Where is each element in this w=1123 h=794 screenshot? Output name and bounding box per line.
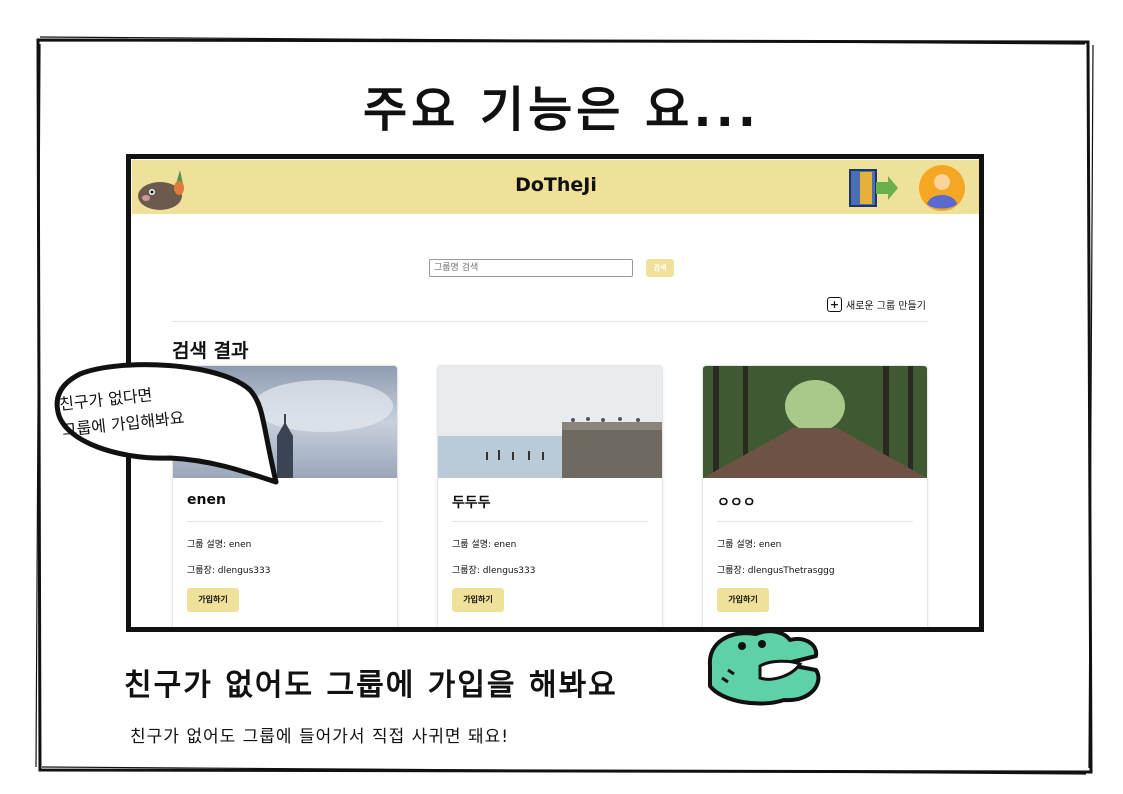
group-description: 그룹 설명: enen (452, 540, 517, 550)
new-group-label: 새로운 그룹 만들기 (846, 301, 926, 312)
group-owner: 그룹장: dlengusThetrasggg (717, 566, 835, 576)
exit-door-icon[interactable] (848, 168, 900, 208)
group-name: enen (187, 492, 226, 508)
divider (172, 321, 928, 322)
join-button[interactable]: 가입하기 (717, 588, 769, 612)
group-description: 그룹 설명: enen (187, 540, 252, 550)
join-button[interactable]: 가입하기 (452, 588, 504, 612)
crocodile-icon (707, 629, 821, 706)
join-button[interactable]: 가입하기 (187, 588, 239, 612)
group-image-forest (703, 366, 927, 478)
avatar-icon[interactable] (918, 164, 966, 212)
bottom-title: 친구가 없어도 그룹에 가입을 해봐요 (124, 668, 618, 703)
group-name: 두두두 (452, 495, 491, 511)
group-name: ㅇㅇㅇ (717, 495, 756, 511)
plus-icon: + (827, 297, 842, 312)
group-card[interactable]: ㅇㅇㅇ 그룹 설명: enen 그룹장: dlengusThetrasggg 가… (702, 365, 928, 628)
results-title: 검색 결과 (172, 340, 249, 362)
card-divider (187, 521, 383, 522)
group-image-sea (438, 366, 662, 478)
group-search-input[interactable] (429, 259, 633, 277)
group-owner: 그룹장: dlengus333 (187, 566, 271, 576)
group-card[interactable]: 두두두 그룹 설명: enen 그룹장: dlengus333 가입하기 (437, 365, 663, 628)
group-description: 그룹 설명: enen (717, 540, 782, 550)
app-header: DoTheJi (132, 160, 980, 214)
group-owner: 그룹장: dlengus333 (452, 566, 536, 576)
bottom-subtitle: 친구가 없어도 그룹에 들어가서 직접 사귀면 돼요! (130, 727, 510, 747)
card-divider (452, 521, 648, 522)
card-divider (717, 521, 913, 522)
search-button[interactable]: 검색 (646, 259, 674, 277)
new-group-button[interactable]: + 새로운 그룹 만들기 (827, 297, 926, 312)
slide-title: 주요 기능은 요... (362, 82, 761, 138)
